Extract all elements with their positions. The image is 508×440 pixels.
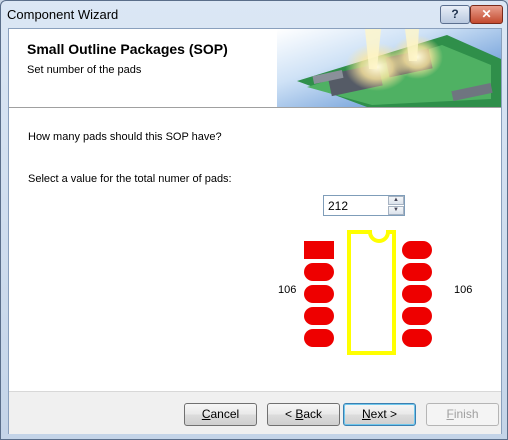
pad-count-question: How many pads should this SOP have? — [28, 131, 222, 143]
pad-pin-1 — [304, 241, 334, 259]
pad-count-input[interactable] — [324, 196, 386, 215]
pad-right — [402, 307, 432, 325]
pad-count-spinbox[interactable]: ▲ ▼ — [323, 195, 405, 216]
spin-up-arrow-icon[interactable]: ▲ — [388, 196, 404, 205]
page-title: Small Outline Packages (SOP) — [27, 41, 228, 57]
window-title: Component Wizard — [7, 7, 119, 22]
wizard-client-area: Small Outline Packages (SOP) Set number … — [8, 28, 502, 434]
sop-package-preview — [304, 230, 432, 355]
pad-left — [304, 285, 334, 303]
back-button[interactable]: < Back — [267, 403, 340, 426]
pad-left — [304, 329, 334, 347]
pad-right — [402, 263, 432, 281]
pad-left — [304, 307, 334, 325]
wizard-header: Small Outline Packages (SOP) Set number … — [9, 29, 501, 108]
circuit-board-banner-image — [277, 29, 501, 107]
close-button[interactable]: ✕ — [470, 5, 503, 24]
pad-count-select-label: Select a value for the total numer of pa… — [28, 173, 232, 185]
finish-button[interactable]: Finish — [426, 403, 499, 426]
package-body-outline — [347, 230, 396, 355]
pad-right — [402, 329, 432, 347]
title-bar[interactable]: Component Wizard ? ✕ — [1, 1, 507, 28]
help-button[interactable]: ? — [440, 5, 470, 24]
component-wizard-window: Component Wizard ? ✕ Small Outline Packa… — [0, 0, 508, 440]
cancel-button[interactable]: Cancel — [184, 403, 257, 426]
pad-right — [402, 285, 432, 303]
next-button[interactable]: Next > — [343, 403, 416, 426]
pad-left — [304, 263, 334, 281]
spin-down-arrow-icon[interactable]: ▼ — [388, 206, 404, 215]
wizard-footer: Cancel < Back Next > Finish — [9, 391, 501, 434]
page-subtitle: Set number of the pads — [27, 64, 142, 76]
pad-right — [402, 241, 432, 259]
